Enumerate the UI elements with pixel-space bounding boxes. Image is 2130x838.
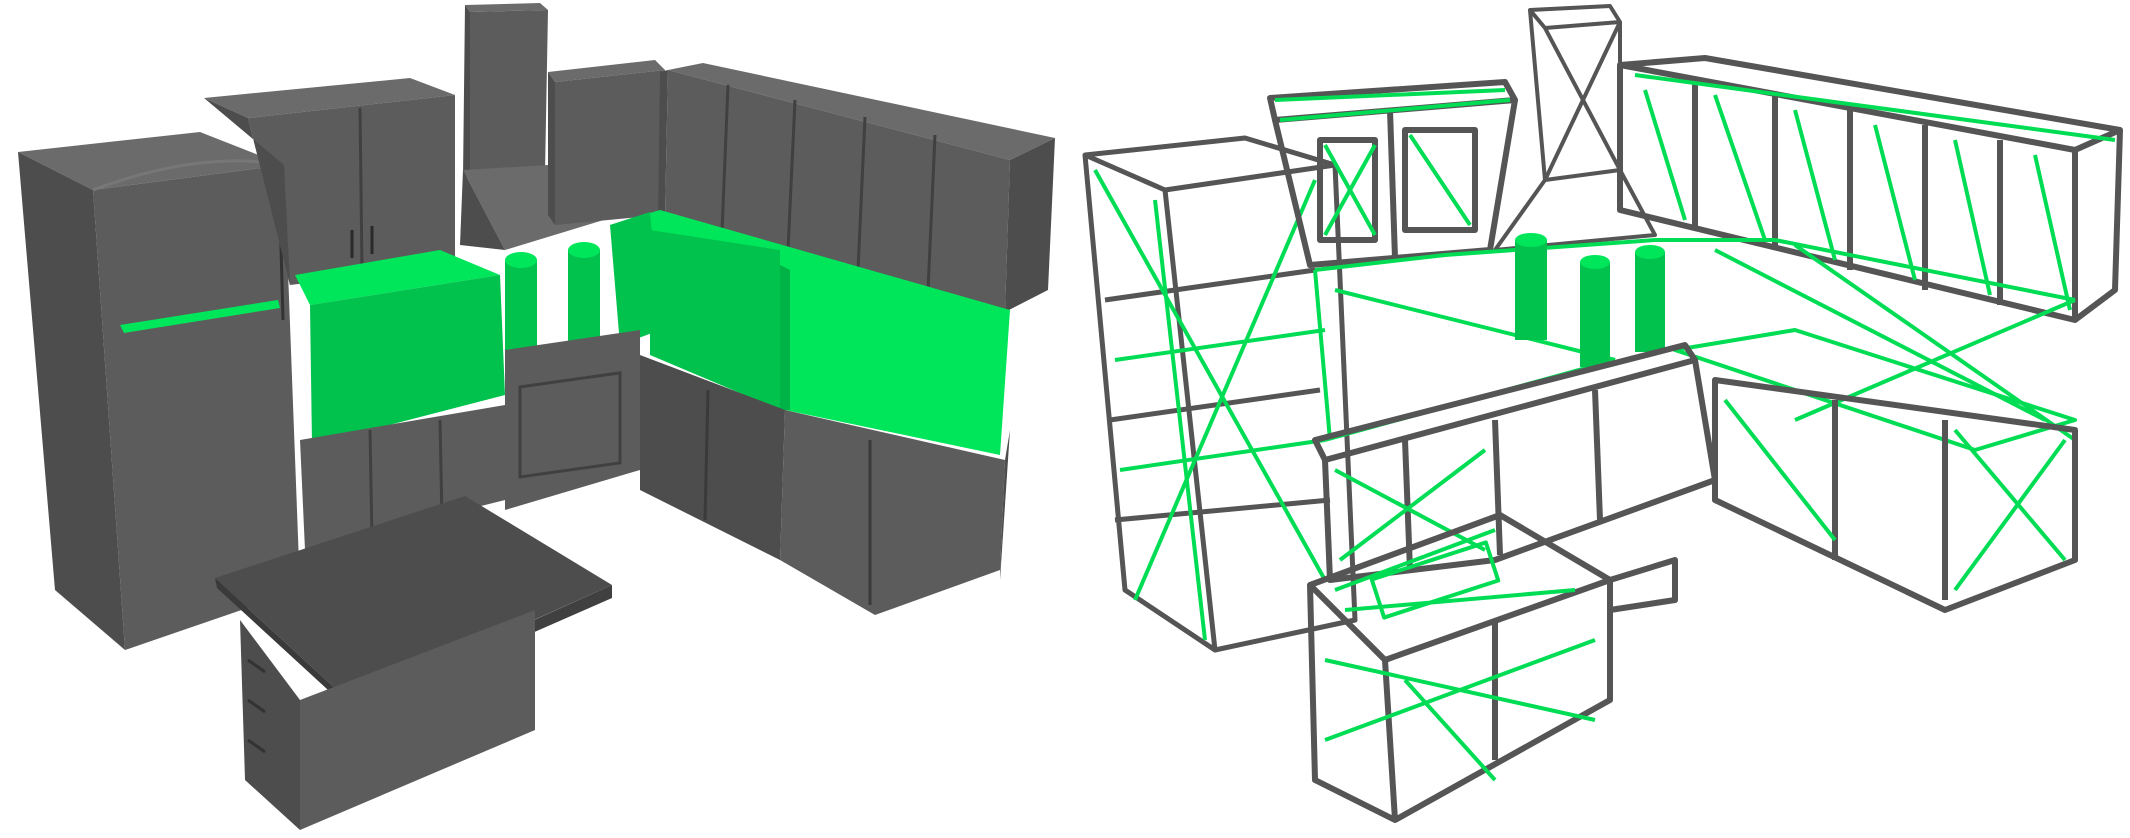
solid-kitchen-render [18,3,1055,830]
oven [505,330,640,510]
wireframe-kitchen-render [1082,4,2123,823]
wire-upper-cabinets-right [1617,55,2123,323]
solid-render-panel [0,0,1075,838]
wireframe-render-panel [1075,0,2130,838]
upper-cabinet-middle [548,60,665,225]
wire-counter-highlight [1313,238,2077,452]
wire-canister-highlight [1515,233,1665,367]
